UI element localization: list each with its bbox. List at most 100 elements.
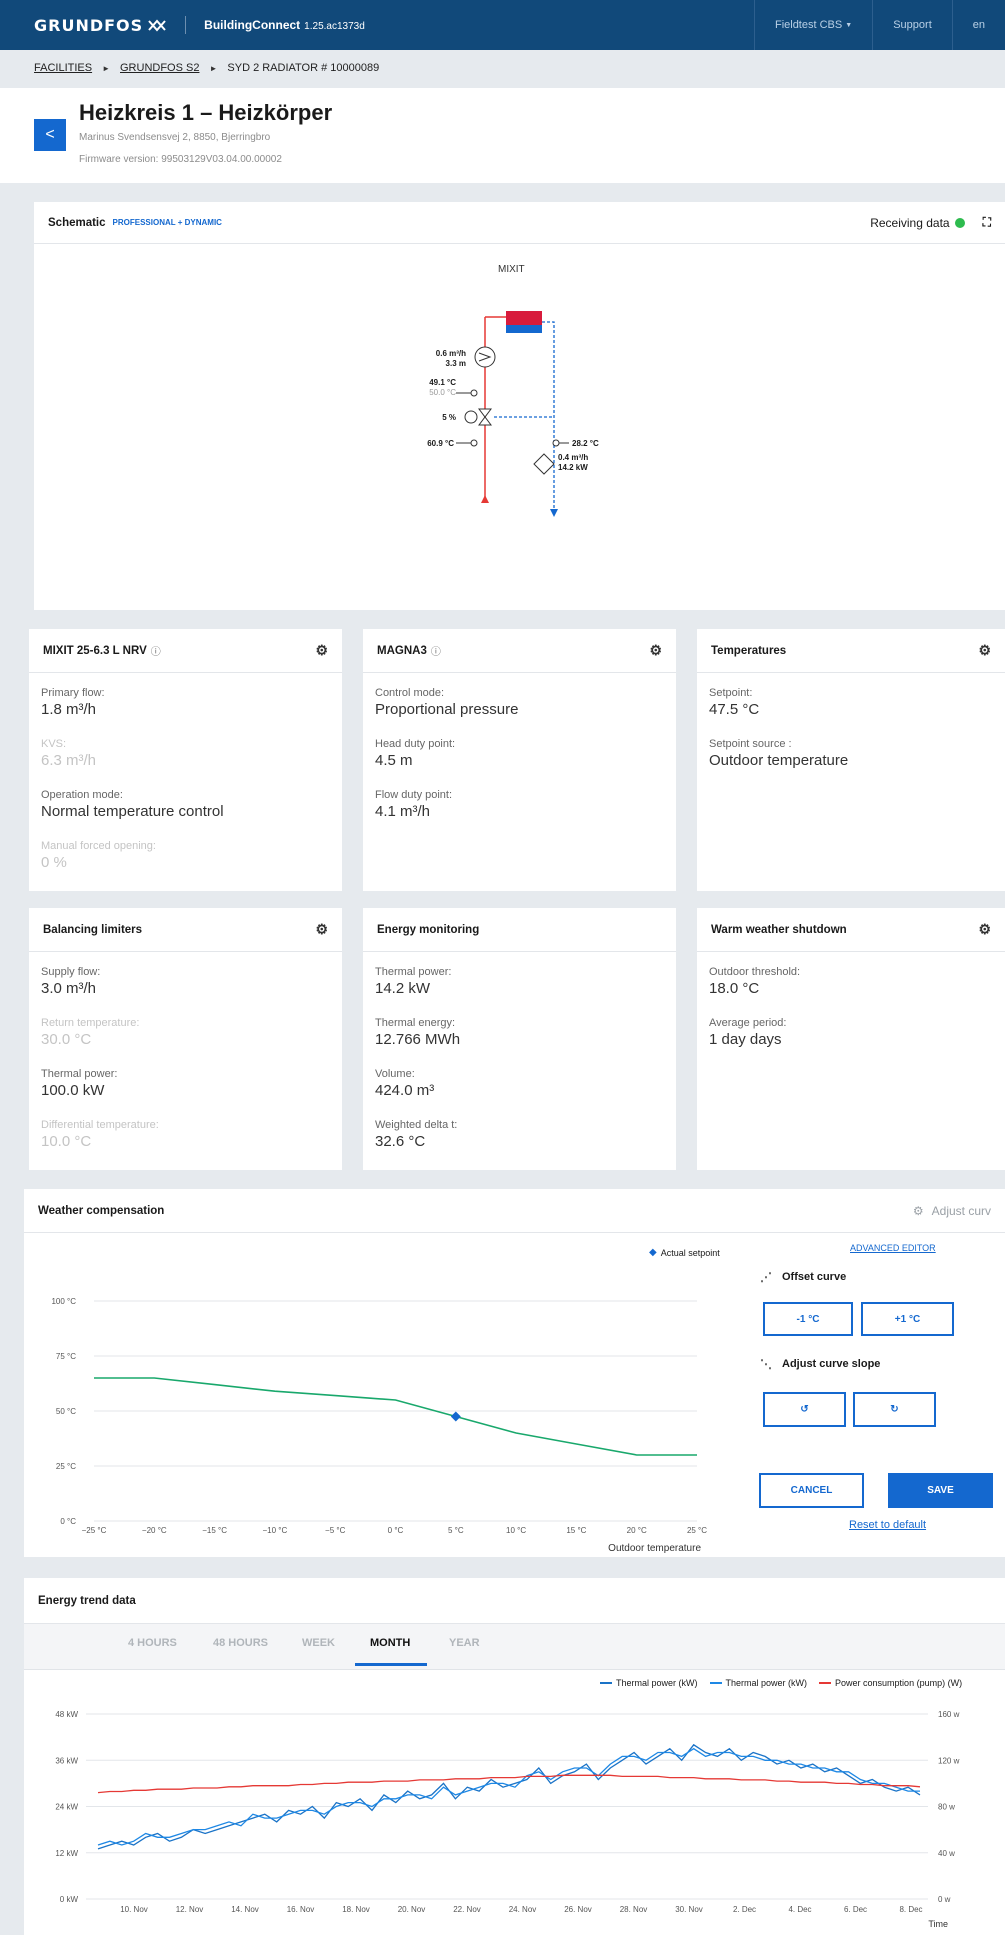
field-value: 14.2 kW [375, 980, 431, 997]
breadcrumb: FACILITIES ► GRUNDFOS S2 ► SYD 2 RADIATO… [34, 62, 379, 74]
support-link[interactable]: Support [872, 0, 952, 50]
info-icon[interactable]: ⓘ [151, 643, 161, 658]
warm-weather-card: Warm weather shutdown ⚙ Outdoor threshold… [697, 908, 1005, 1170]
field-value: 12.766 MWh [375, 1031, 461, 1048]
x-tick-label: 18. Nov [342, 1905, 370, 1914]
field-value: 32.6 °C [375, 1133, 426, 1150]
warm-weather-card-title: Warm weather shutdown [711, 923, 847, 936]
field-label: KVS: [41, 738, 67, 750]
y-tick-label: 25 °C [56, 1462, 76, 1471]
energy-trend-title: Energy trend data [38, 1594, 136, 1607]
field-value: 4.1 m³/h [375, 803, 431, 820]
field-label: Thermal power: [375, 966, 452, 978]
info-icon[interactable]: ⓘ [431, 643, 441, 658]
weather-curve-chart: 0 °C 25 °C 50 °C 75 °C 100 °C −25 °C −20 °C −15… [51, 1297, 707, 1554]
x-tick-label: 2. Dec [733, 1905, 756, 1914]
x-tick-label: −10 °C [263, 1526, 288, 1535]
advanced-editor-link[interactable]: ADVANCED EDITOR [850, 1243, 936, 1253]
y-right-tick-label: 0 w [938, 1895, 951, 1904]
y-tick-label: 50 °C [56, 1407, 76, 1416]
tab-month[interactable]: MONTH [370, 1637, 410, 1649]
offset-plus-button[interactable]: +1 °C [861, 1302, 954, 1336]
cancel-button[interactable]: CANCEL [759, 1473, 864, 1508]
schematic-badge: PROFESSIONAL + DYNAMIC [112, 218, 222, 227]
x-tick-label: 0 °C [388, 1526, 404, 1535]
field-label: Operation mode: [41, 789, 123, 801]
x-tick-label: 10. Nov [120, 1905, 148, 1914]
field-value: Proportional pressure [375, 701, 519, 718]
energy-trend-panel: Energy trend data 0 kW 12 kW 24 kW 36 kW 48 … [24, 1578, 1005, 1935]
top-bar: GRUNDFOS BuildingConnect 1.25.ac1373d Fie… [0, 0, 1005, 50]
adjust-curve-button[interactable]: ⚙ Adjust curv [913, 1204, 991, 1218]
receiving-data-status: Receiving data [870, 216, 965, 230]
reset-default-link[interactable]: Reset to default [849, 1519, 926, 1531]
breadcrumb-facilities[interactable]: FACILITIES [34, 62, 92, 74]
fullscreen-icon[interactable]: ⛶ [983, 215, 991, 230]
chevron-down-icon: ▼ [845, 21, 853, 29]
field-value: 30.0 °C [41, 1031, 92, 1048]
legend-label: Thermal power (kW) [725, 1678, 808, 1688]
field-value: 18.0 °C [709, 980, 760, 997]
grundfos-logo[interactable]: GRUNDFOS [34, 16, 167, 35]
settings-sliders-icon[interactable]: ⚙ [315, 642, 328, 659]
breadcrumb-current: SYD 2 RADIATOR # 10000089 [227, 62, 380, 74]
page-header: < Heizkreis 1 – Heizkörper Marinus Svend… [0, 88, 1005, 183]
x-tick-label: 25 °C [687, 1526, 707, 1535]
field-value: 47.5 °C [709, 701, 760, 718]
rotate-right-button[interactable]: ↻ [853, 1392, 936, 1427]
settings-sliders-icon[interactable]: ⚙ [978, 642, 991, 659]
y-left-tick-label: 48 kW [55, 1710, 78, 1719]
tab-year[interactable]: YEAR [449, 1637, 480, 1649]
page-title: Heizkreis 1 – Heizkörper [79, 100, 333, 125]
y-right-tick-label: 160 w [938, 1710, 960, 1719]
valve-label: 5 % [442, 413, 456, 422]
field-value: 424.0 m³ [375, 1082, 435, 1099]
field-value: 10.0 °C [41, 1133, 92, 1150]
y-left-tick-label: 0 kW [60, 1895, 79, 1904]
weather-title: Weather compensation [38, 1204, 165, 1217]
field-value: 4.5 m [375, 752, 413, 769]
magna-card-title: MAGNA3 [377, 644, 427, 657]
back-button[interactable]: < [34, 119, 66, 151]
y-left-tick-label: 12 kW [55, 1849, 78, 1858]
offset-curve-label: Offset curve [782, 1271, 847, 1283]
x-axis-label: Time [928, 1919, 948, 1929]
user-menu[interactable]: Fieldtest CBS ▼ [753, 0, 872, 50]
adjust-curve-label: Adjust curv [931, 1203, 991, 1218]
x-tick-label: 16. Nov [287, 1905, 315, 1914]
breadcrumb-grundfos-s2[interactable]: GRUNDFOS S2 [120, 62, 199, 74]
diagram-title: MIXIT [498, 264, 525, 275]
temperatures-card: Temperatures ⚙ Setpoint: 47.5 °C Setpoint … [697, 629, 1005, 891]
x-tick-label: 22. Nov [453, 1905, 481, 1914]
legend-swatch [819, 1682, 832, 1684]
y-right-tick-label: 120 w [938, 1756, 960, 1765]
tab-week[interactable]: WEEK [302, 1637, 335, 1649]
legend-label: Thermal power (kW) [616, 1678, 698, 1688]
field-label: Weighted delta t: [375, 1119, 458, 1131]
legend-label: Power consumption (pump) (W) [835, 1678, 963, 1688]
settings-sliders-icon[interactable]: ⚙ [315, 921, 328, 938]
offset-minus-button[interactable]: -1 °C [763, 1302, 853, 1336]
rotate-left-icon: ↺ [800, 1404, 809, 1415]
rotate-left-button[interactable]: ↺ [763, 1392, 846, 1427]
field-value: 3.0 m³/h [41, 980, 97, 997]
address: Marinus Svendsensvej 2, 8850, Bjerringbr… [79, 132, 271, 143]
meter-readout: 0.4 m³/h 14.2 kW [558, 453, 588, 473]
x-tick-label: 30. Nov [675, 1905, 703, 1914]
settings-sliders-icon[interactable]: ⚙ [978, 921, 991, 938]
tab-4-hours[interactable]: 4 HOURS [128, 1637, 177, 1649]
tab-48-hours[interactable]: 48 HOURS [213, 1637, 268, 1649]
save-button[interactable]: SAVE [888, 1473, 993, 1508]
mixit-card: MIXIT 25-6.3 L NRV ⓘ ⚙ Primary flow: 1.8 m³… [29, 629, 342, 891]
pump-flow-label: 0.6 m³/h [435, 349, 466, 358]
field-value: 6.3 m³/h [41, 752, 97, 769]
offset-curve-heading: ⋰ Offset curve [760, 1270, 846, 1284]
x-tick-label: 8. Dec [899, 1905, 922, 1914]
x-tick-label: 26. Nov [564, 1905, 592, 1914]
supply-temp-readout: 49.1 °C 50.0 °C [418, 378, 456, 398]
app-name: BuildingConnect 1.25.ac1373d [204, 18, 365, 32]
settings-sliders-icon[interactable]: ⚙ [649, 642, 662, 659]
language-selector[interactable]: en [951, 0, 1005, 50]
user-menu-label: Fieldtest CBS [774, 19, 843, 31]
energy-legend: Thermal power (kW) Thermal power (kW) Po… [600, 1678, 962, 1688]
